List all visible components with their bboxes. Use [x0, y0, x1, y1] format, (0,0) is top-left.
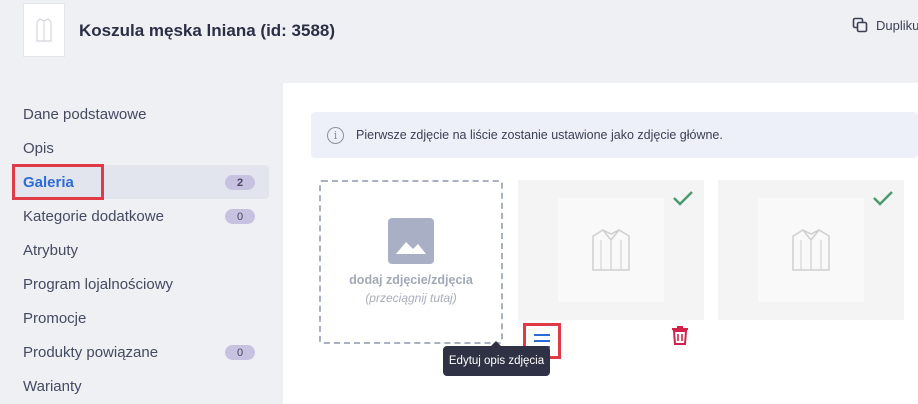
add-photo-label: dodaj zdjęcie/zdjęcia — [349, 273, 473, 287]
highlight-box — [12, 164, 104, 200]
add-photo-dropzone[interactable]: dodaj zdjęcie/zdjęcia (przeciągnij tutaj… — [319, 180, 503, 344]
duplicate-button[interactable]: Duplikuj — [852, 17, 918, 33]
sidebar-item-label: Produkty powiązane — [23, 343, 159, 361]
sidebar-item-dane-podstawowe[interactable]: Dane podstawowe — [13, 97, 269, 131]
shirt-image — [558, 198, 664, 302]
sidebar-item-label: Dane podstawowe — [23, 105, 147, 123]
info-banner: i Pierwsze zdjęcie na liście zostanie us… — [311, 112, 918, 158]
sidebar-item-label: Warianty — [23, 377, 82, 395]
duplicate-label: Duplikuj — [876, 17, 918, 33]
info-icon: i — [327, 126, 344, 144]
image-icon — [388, 218, 434, 264]
gallery-photo[interactable] — [518, 180, 704, 320]
product-thumbnail — [23, 3, 65, 57]
duplicate-icon — [852, 17, 868, 33]
gallery-photo[interactable] — [718, 180, 904, 320]
sidebar-item-program-lojalnosciowy[interactable]: Program lojalnościowy — [13, 267, 269, 301]
page-title: Koszula męska lniana (id: 3588) — [79, 21, 336, 40]
sidebar-item-label: Program lojalnościowy — [23, 275, 174, 293]
check-icon — [872, 190, 894, 211]
page-header: Koszula męska lniana (id: 3588) Duplikuj — [0, 0, 918, 62]
sidebar-item-label: Promocje — [23, 309, 87, 327]
shirt-image — [758, 198, 864, 302]
count-badge: 2 — [225, 175, 255, 190]
sidebar-item-promocje[interactable]: Promocje — [13, 301, 269, 335]
sidebar-item-label: Opis — [23, 139, 54, 157]
tooltip-text: Edytuj opis zdjęcia — [448, 355, 545, 367]
sidebar-item-label: Atrybuty — [23, 241, 79, 259]
sidebar-item-label: Kategorie dodatkowe — [23, 207, 164, 225]
tooltip: Edytuj opis zdjęcia — [443, 341, 550, 376]
gallery-panel: i Pierwsze zdjęcie na liście zostanie us… — [283, 83, 918, 404]
shirt-icon — [36, 18, 52, 42]
check-icon — [672, 190, 694, 211]
sidebar-item-kategorie-dodatkowe[interactable]: Kategorie dodatkowe 0 — [13, 199, 269, 233]
sidebar-item-warianty[interactable]: Warianty — [13, 369, 269, 403]
add-photo-hint: (przeciągnij tutaj) — [365, 291, 457, 305]
sidebar-item-opis[interactable]: Opis — [13, 131, 269, 165]
sidebar-item-atrybuty[interactable]: Atrybuty — [13, 233, 269, 267]
count-badge: 0 — [225, 209, 255, 224]
info-text: Pierwsze zdjęcie na liście zostanie usta… — [356, 128, 723, 142]
delete-photo-button[interactable] — [671, 325, 689, 350]
count-badge: 0 — [225, 345, 255, 360]
trash-icon — [672, 326, 688, 345]
sidebar-item-produkty-powiazane[interactable]: Produkty powiązane 0 — [13, 335, 269, 369]
